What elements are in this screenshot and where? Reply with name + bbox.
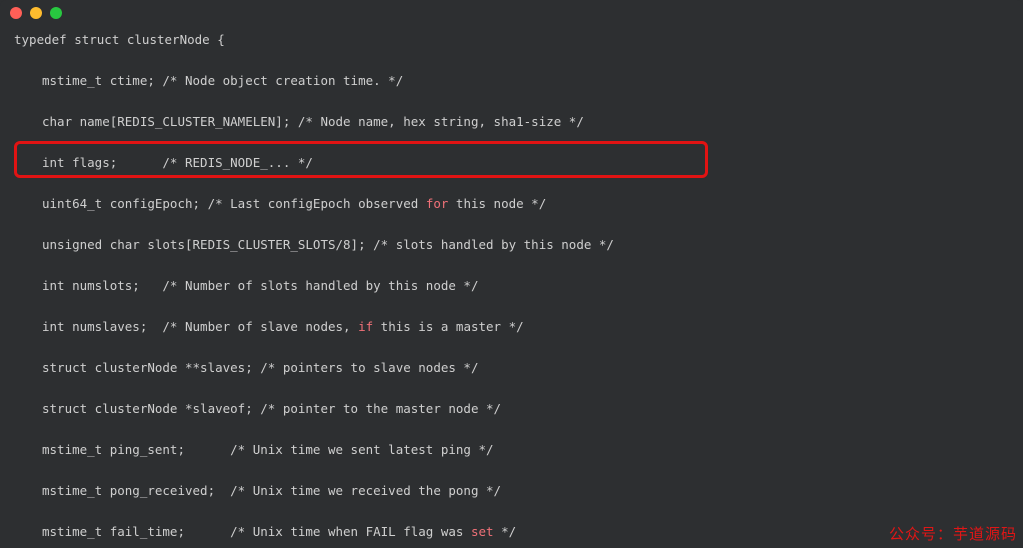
code-line: int flags; /* REDIS_NODE_... */	[14, 153, 1023, 174]
code-token: */	[494, 524, 517, 539]
keyword-token: for	[426, 196, 449, 211]
code-token: this is a master */	[373, 319, 524, 334]
maximize-icon[interactable]	[50, 7, 62, 19]
code-line: typedef struct clusterNode {	[14, 30, 1023, 51]
code-line: mstime_t ctime; /* Node object creation …	[14, 71, 1023, 92]
code-token: this node */	[448, 196, 546, 211]
code-line: int numslaves; /* Number of slave nodes,…	[14, 317, 1023, 338]
code-line: mstime_t fail_time; /* Unix time when FA…	[14, 522, 1023, 543]
code-window: typedef struct clusterNode { mstime_t ct…	[0, 0, 1023, 548]
code-line: struct clusterNode **slaves; /* pointers…	[14, 358, 1023, 379]
keyword-token: if	[358, 319, 373, 334]
code-token: typedef struct clusterNode {	[14, 32, 225, 47]
keyword-token: set	[471, 524, 494, 539]
code-token: mstime_t pong_received; /* Unix time we …	[42, 483, 501, 498]
code-token: mstime_t fail_time; /* Unix time when FA…	[42, 524, 471, 539]
code-block: typedef struct clusterNode { mstime_t ct…	[0, 26, 1023, 548]
code-line: char name[REDIS_CLUSTER_NAMELEN]; /* Nod…	[14, 112, 1023, 133]
code-token: struct clusterNode **slaves; /* pointers…	[42, 360, 479, 375]
code-token: int flags; /* REDIS_NODE_... */	[42, 155, 313, 170]
code-token: mstime_t ctime; /* Node object creation …	[42, 73, 403, 88]
code-token: uint64_t configEpoch; /* Last configEpoc…	[42, 196, 426, 211]
code-token: char name[REDIS_CLUSTER_NAMELEN]; /* Nod…	[42, 114, 584, 129]
code-line: struct clusterNode *slaveof; /* pointer …	[14, 399, 1023, 420]
window-titlebar	[0, 0, 1023, 26]
code-line: int numslots; /* Number of slots handled…	[14, 276, 1023, 297]
watermark-text: 公众号：芋道源码	[889, 523, 1017, 544]
code-token: int numslots; /* Number of slots handled…	[42, 278, 479, 293]
code-token: unsigned char slots[REDIS_CLUSTER_SLOTS/…	[42, 237, 614, 252]
code-line: uint64_t configEpoch; /* Last configEpoc…	[14, 194, 1023, 215]
code-line: mstime_t pong_received; /* Unix time we …	[14, 481, 1023, 502]
code-token: mstime_t ping_sent; /* Unix time we sent…	[42, 442, 494, 457]
code-line: unsigned char slots[REDIS_CLUSTER_SLOTS/…	[14, 235, 1023, 256]
code-token: int numslaves; /* Number of slave nodes,	[42, 319, 358, 334]
close-icon[interactable]	[10, 7, 22, 19]
code-token: struct clusterNode *slaveof; /* pointer …	[42, 401, 501, 416]
minimize-icon[interactable]	[30, 7, 42, 19]
code-line: mstime_t ping_sent; /* Unix time we sent…	[14, 440, 1023, 461]
